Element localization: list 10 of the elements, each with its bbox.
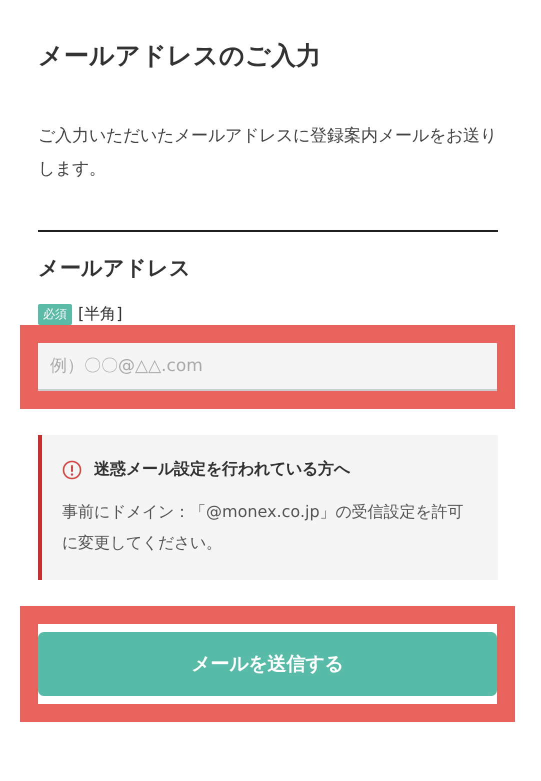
field-note: [半角] bbox=[78, 304, 122, 325]
intro-text: ご入力いただいたメールアドレスに登録案内メールをお送りします。 bbox=[38, 125, 498, 181]
field-label: メールアドレス bbox=[38, 255, 192, 282]
notice-heading: 迷惑メール設定を行われている方へ bbox=[94, 459, 350, 480]
warning-icon bbox=[62, 460, 82, 480]
send-button[interactable]: メールを送信する bbox=[38, 632, 497, 696]
notice-text: 事前にドメイン：「@monex.co.jp」の受信設定を許可に変更してください。 bbox=[62, 501, 465, 554]
required-badge: 必須 bbox=[38, 304, 72, 325]
page-title: メールアドレスのご入力 bbox=[38, 40, 322, 72]
email-field[interactable]: 例）〇〇@△△.com bbox=[38, 343, 497, 391]
